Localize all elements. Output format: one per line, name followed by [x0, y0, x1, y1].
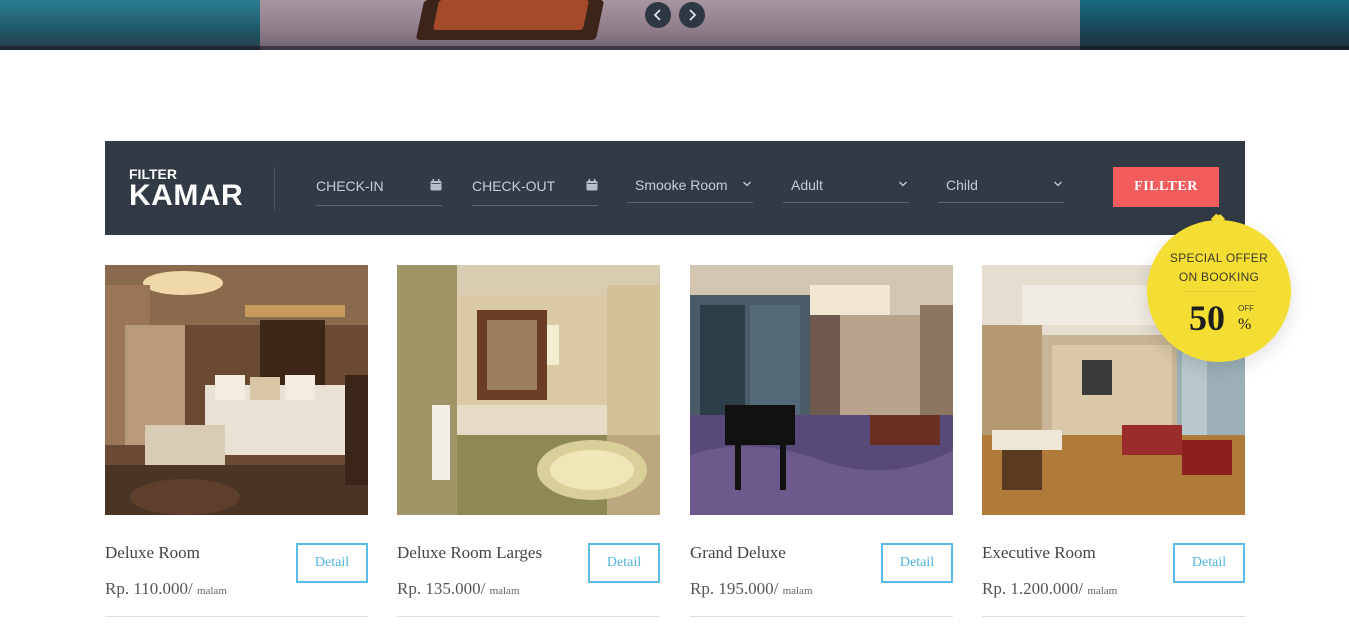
room-name: Deluxe Room — [105, 543, 200, 562]
room-photo-lounge — [690, 265, 953, 515]
filter-submit-button[interactable]: FILLTER — [1113, 167, 1219, 207]
room-photo[interactable] — [690, 265, 953, 515]
hero-next-button[interactable] — [679, 2, 705, 28]
offer-line-2: ON BOOKING — [1178, 270, 1260, 284]
room-price-value: Rp. 195.000/ — [690, 579, 779, 598]
room-price-unit: malam — [196, 585, 227, 597]
calendar-icon — [430, 179, 442, 191]
room-price-value: Rp. 135.000/ — [397, 579, 486, 598]
smoke-room-select[interactable]: Smooke Room — [627, 167, 753, 203]
hero-tray-inner — [432, 0, 590, 30]
room-name: Deluxe Room Larges — [397, 543, 543, 562]
child-value: Child — [946, 177, 978, 193]
room-price-unit: malam — [489, 585, 520, 597]
checkin-label: CHECK-IN — [316, 178, 384, 194]
offer-divider — [1183, 291, 1255, 292]
room-price: Rp. 1.200.000/ malam — [982, 579, 1117, 599]
chevron-down-icon — [899, 181, 907, 187]
card-divider — [690, 616, 953, 617]
filter-title: FILTER KAMAR — [129, 167, 243, 211]
offer-percent: 50 — [1189, 298, 1225, 338]
room-photo-bedroom — [105, 265, 368, 515]
checkout-date-field[interactable]: CHECK-OUT — [472, 167, 598, 206]
room-card: Deluxe Room Rp. 110.000/ malam Detail — [105, 265, 368, 625]
card-divider — [397, 616, 660, 617]
hero-image-left — [0, 0, 260, 50]
filter-divider — [274, 167, 275, 210]
room-card: Grand Deluxe Rp. 195.000/ malam Detail — [690, 265, 953, 625]
hero-prev-button[interactable] — [645, 2, 671, 28]
room-filter-bar: FILTER KAMAR CHECK-IN CHECK-OUT Smooke R… — [105, 141, 1245, 235]
hero-slider — [0, 0, 1349, 50]
detail-button[interactable]: Detail — [1173, 543, 1245, 583]
chevron-down-icon — [743, 181, 751, 187]
room-photo[interactable] — [105, 265, 368, 515]
room-photo[interactable] — [397, 265, 660, 515]
detail-button[interactable]: Detail — [296, 543, 368, 583]
chevron-down-icon — [1054, 181, 1062, 187]
offer-line-1: SPECIAL OFFER — [1169, 251, 1269, 265]
detail-button[interactable]: Detail — [881, 543, 953, 583]
special-offer-badge[interactable]: SPECIAL OFFER ON BOOKING 50 OFF % — [1147, 210, 1291, 362]
offer-percent-symbol: % — [1238, 316, 1252, 333]
room-price: Rp. 135.000/ malam — [397, 579, 520, 599]
badge-pin — [1216, 210, 1221, 215]
room-name: Executive Room — [982, 543, 1096, 562]
calendar-icon — [586, 179, 598, 191]
chevron-left-icon — [653, 9, 661, 21]
room-name: Grand Deluxe — [690, 543, 786, 562]
offer-off-label: OFF — [1238, 304, 1254, 313]
card-divider — [982, 616, 1245, 617]
room-price-unit: malam — [1087, 585, 1118, 597]
checkin-date-field[interactable]: CHECK-IN — [316, 167, 442, 206]
checkout-label: CHECK-OUT — [472, 178, 556, 194]
room-photo-bathroom — [397, 265, 660, 515]
room-price-unit: malam — [782, 585, 813, 597]
room-card: Deluxe Room Larges Rp. 135.000/ malam De… — [397, 265, 660, 625]
adult-value: Adult — [791, 177, 823, 193]
child-select[interactable]: Child — [938, 167, 1064, 203]
smoke-room-value: Smooke Room — [635, 177, 728, 193]
hero-image-right — [1079, 0, 1349, 50]
card-divider — [105, 616, 368, 617]
detail-button[interactable]: Detail — [588, 543, 660, 583]
room-price: Rp. 195.000/ malam — [690, 579, 813, 599]
room-price-value: Rp. 110.000/ — [105, 579, 193, 598]
room-price: Rp. 110.000/ malam — [105, 579, 227, 599]
adult-select[interactable]: Adult — [783, 167, 909, 203]
room-price-value: Rp. 1.200.000/ — [982, 579, 1084, 598]
chevron-right-icon — [689, 9, 697, 21]
hero-bottom-shade — [0, 46, 1349, 50]
filter-title-big: KAMAR — [129, 179, 244, 212]
hero-image-center — [260, 0, 1080, 50]
